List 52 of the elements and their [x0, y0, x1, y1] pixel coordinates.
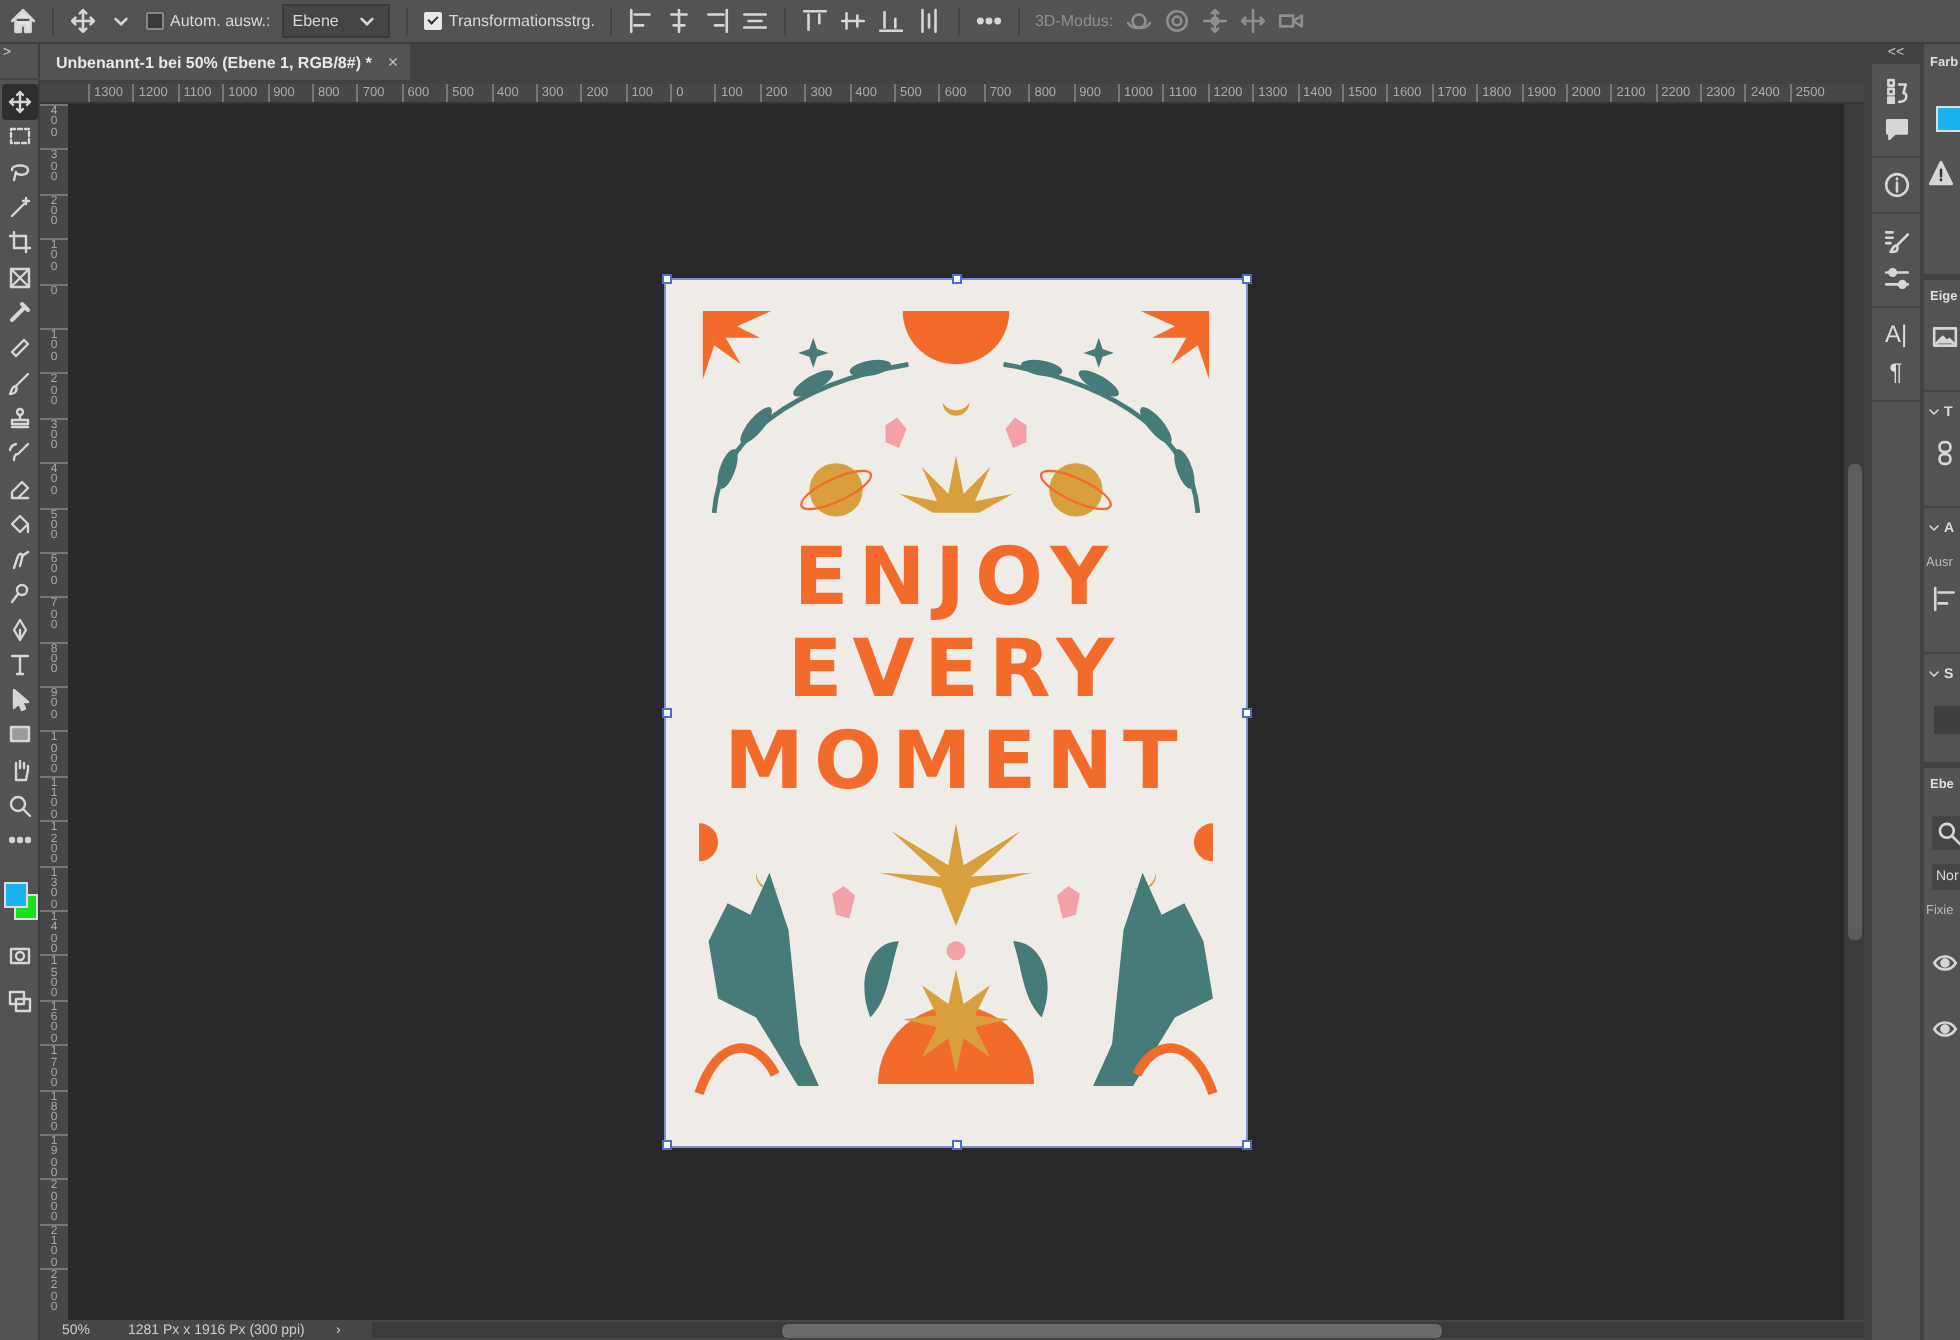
search-icon[interactable]	[1932, 816, 1960, 850]
comment-icon[interactable]	[1883, 116, 1909, 142]
align-right-icon[interactable]	[704, 8, 731, 34]
sliders-icon[interactable]	[1883, 266, 1909, 292]
align-top-icon[interactable]	[802, 8, 829, 34]
transform-handle[interactable]	[1241, 1140, 1251, 1150]
info-icon[interactable]	[1883, 172, 1909, 198]
mode-3d-label: 3D-Modus:	[1034, 12, 1114, 30]
eye-icon[interactable]	[1932, 1016, 1960, 1042]
align-left-icon[interactable]	[628, 8, 655, 34]
roll-icon	[1163, 8, 1190, 34]
history-icon[interactable]	[1883, 78, 1909, 104]
transform-handle[interactable]	[1241, 274, 1251, 284]
camera-icon	[1277, 8, 1304, 34]
distribute-vertical-icon[interactable]	[916, 8, 943, 34]
distribute-icon[interactable]	[742, 8, 769, 34]
align-icon[interactable]	[1932, 586, 1960, 612]
slide-icon	[1239, 8, 1266, 34]
align-middle-icon[interactable]	[840, 8, 867, 34]
orbit-icon	[1125, 8, 1152, 34]
image-icon[interactable]	[1932, 324, 1960, 350]
eye-icon[interactable]	[1932, 950, 1960, 976]
panel-icon[interactable]: ¶	[1889, 360, 1903, 386]
align-bottom-icon[interactable]	[878, 8, 905, 34]
foreground-color-swatch[interactable]	[3, 882, 27, 909]
transform-handle[interactable]	[951, 1140, 961, 1150]
chevron-icon[interactable]	[1926, 520, 1942, 536]
transform-handle[interactable]	[661, 274, 671, 284]
poster-text: EVERY	[787, 623, 1125, 715]
move-tool-icon[interactable]	[70, 8, 96, 34]
home-icon[interactable]	[10, 8, 36, 34]
checkbox-label: Autom. ausw.:	[170, 12, 271, 30]
panel-icon[interactable]: A|	[1884, 322, 1908, 348]
pan-icon	[1201, 8, 1228, 34]
close-button[interactable]: ×	[387, 52, 399, 72]
chevron-icon[interactable]	[1926, 666, 1942, 682]
scrollbar[interactable]	[372, 1322, 1864, 1338]
brush-settings-icon[interactable]	[1883, 228, 1909, 254]
chevron-icon[interactable]	[1926, 404, 1942, 420]
transform-handle[interactable]	[661, 707, 671, 717]
scrollbar[interactable]	[1844, 104, 1864, 1320]
align-center-icon[interactable]	[666, 8, 693, 34]
poster-text: ENJOY	[793, 531, 1119, 623]
poster-text: MOMENT	[724, 715, 1188, 807]
transform-handle[interactable]	[661, 1140, 671, 1150]
color-swatch[interactable]	[1936, 106, 1960, 132]
move-icon[interactable]	[1, 84, 37, 120]
document-tab[interactable]: Unbenannt-1 bei 50% (Ebene 1, RGB/8#) * ×	[40, 44, 411, 80]
checkbox[interactable]: Autom. ausw.:	[146, 12, 271, 30]
transform-handle[interactable]	[951, 274, 961, 284]
layer-dropdown[interactable]: Ebene	[282, 4, 391, 38]
transform-handle[interactable]	[1241, 707, 1251, 717]
